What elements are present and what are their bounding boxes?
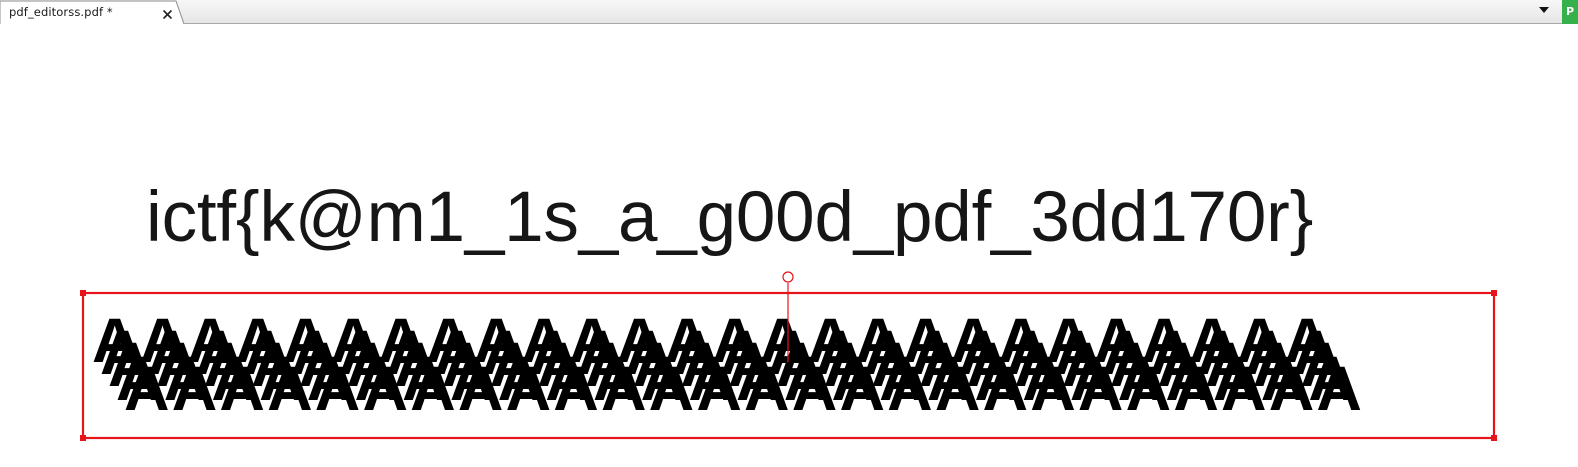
- close-icon[interactable]: [162, 7, 173, 19]
- resize-handle-bottom-left[interactable]: [80, 435, 86, 441]
- rotate-handle[interactable]: [782, 271, 794, 283]
- tab-label: pdf_editorss.pdf *: [9, 5, 113, 19]
- resize-handle-top-left[interactable]: [80, 290, 86, 296]
- resize-handle-bottom-right[interactable]: [1491, 435, 1497, 441]
- pdf-editor-window: pdf_editorss.pdf * P ictf{k@m1_1s_a_g00d…: [0, 0, 1578, 467]
- flag-text[interactable]: ictf{k@m1_1s_a_g00d_pdf_3dd170r}: [146, 182, 1313, 253]
- chevron-down-icon[interactable]: [1536, 2, 1552, 18]
- text-layer-a[interactable]: AAAAAAAAAAAAAAAAAAAAAAAAAA: [124, 358, 1364, 421]
- side-panel-badge[interactable]: P: [1562, 0, 1578, 24]
- resize-handle-top-right[interactable]: [1491, 290, 1497, 296]
- tab-pdf-editorss[interactable]: pdf_editorss.pdf *: [0, 0, 185, 25]
- pdf-page-canvas[interactable]: ictf{k@m1_1s_a_g00d_pdf_3dd170r} AAAAAAA…: [0, 24, 1578, 467]
- tab-bar: pdf_editorss.pdf * P: [0, 0, 1578, 25]
